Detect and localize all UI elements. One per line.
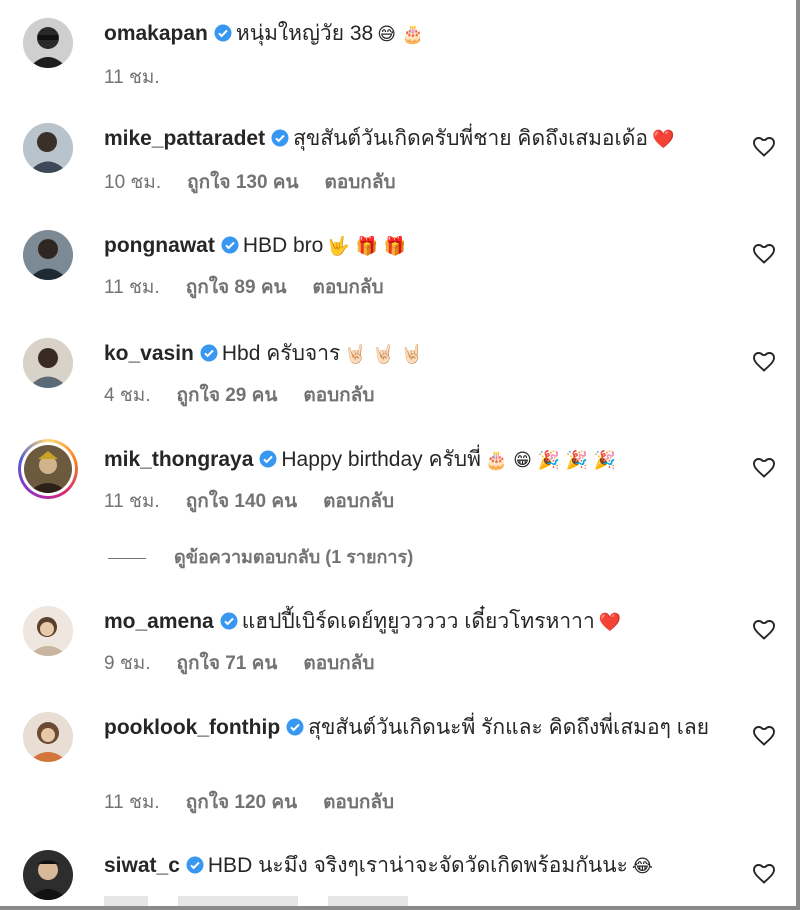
- comment-meta: 11 ชม. ถูกใจ 120 คน ตอบกลับ: [104, 787, 420, 817]
- likes-count[interactable]: ถูกใจ 130 คน: [187, 172, 298, 193]
- comment-meta: 4 ชม. ถูกใจ 29 คน ตอบกลับ: [104, 380, 400, 410]
- verified-badge-icon: [221, 236, 239, 254]
- comment-body: pooklook_fonthip สุขสันต์วันเกิดนะพี่ รัก…: [104, 712, 724, 744]
- verified-badge-icon: [286, 718, 304, 736]
- comment-item: ko_vasin Hbd ครับจาร 🤘🏻 🤘🏻 🤘🏻 4 ชม. ถูกใจ 2…: [0, 338, 790, 408]
- avatar[interactable]: [23, 606, 73, 656]
- username[interactable]: mike_pattaradet: [104, 127, 265, 150]
- comment-time[interactable]: 11 ชม.: [104, 277, 160, 298]
- comment-text: HBD นะมึง จริงๆเราน่าจะจัดวัดเกิดพร้อมกั…: [207, 854, 628, 877]
- reply-button[interactable]: ตอบกลับ: [325, 172, 396, 193]
- comment-meta: 11 ชม. ถูกใจ 140 คน ตอบกลับ: [104, 486, 420, 516]
- avatar-with-story-ring[interactable]: [18, 439, 78, 499]
- comment-emojis: ❤️: [598, 612, 622, 633]
- avatar[interactable]: [23, 230, 73, 280]
- verified-badge-icon: [220, 612, 238, 630]
- comment-meta-partial: [104, 894, 434, 906]
- reply-button[interactable]: ตอบกลับ: [323, 792, 394, 813]
- comment-emojis: 🤟 🎁 🎁: [327, 236, 407, 257]
- comment-time[interactable]: 11 ชม.: [104, 792, 160, 813]
- comment-time[interactable]: 11 ชม.: [104, 491, 160, 512]
- username[interactable]: ko_vasin: [104, 342, 194, 365]
- avatar[interactable]: [23, 18, 73, 68]
- comment-item: mo_amena แฮปปี้เบิร์ดเดย์ทูยูววววว เดี๋ยว…: [0, 606, 790, 676]
- view-replies-button[interactable]: ดูข้อความตอบกลับ (1 รายการ): [108, 542, 413, 571]
- comment-item: mike_pattaradet สุขสันต์วันเกิดครับพี่ชาย…: [0, 123, 790, 193]
- comment-body: mike_pattaradet สุขสันต์วันเกิดครับพี่ชาย…: [104, 123, 730, 156]
- comment-time[interactable]: 9 ชม.: [104, 653, 151, 674]
- story-ring: [18, 439, 78, 499]
- comment-text: HBD bro: [242, 234, 324, 257]
- comment-item: omakapan หนุ่มใหญ่วัย 38 😅 🎂 11 ชม.: [0, 18, 790, 88]
- comment-body: pongnawat HBD bro 🤟 🎁 🎁: [104, 230, 730, 263]
- username[interactable]: mo_amena: [104, 610, 214, 633]
- username[interactable]: pooklook_fonthip: [104, 716, 280, 739]
- verified-badge-icon: [186, 856, 204, 874]
- comment-emojis: ❤️: [651, 129, 675, 150]
- username[interactable]: omakapan: [104, 22, 208, 45]
- like-heart-icon[interactable]: [752, 724, 776, 748]
- comment-text: Hbd ครับจาร: [221, 342, 341, 365]
- username[interactable]: mik_thongraya: [104, 448, 253, 471]
- comment-emojis: 😅 🎂: [377, 24, 425, 45]
- username[interactable]: siwat_c: [104, 854, 180, 877]
- likes-count[interactable]: ถูกใจ 29 คน: [177, 385, 278, 406]
- like-heart-icon[interactable]: [752, 862, 776, 886]
- comment-text: หนุ่มใหญ่วัย 38: [235, 22, 374, 45]
- likes-count[interactable]: ถูกใจ 140 คน: [186, 491, 297, 512]
- reply-button[interactable]: ตอบกลับ: [323, 491, 394, 512]
- comment-body: omakapan หนุ่มใหญ่วัย 38 😅 🎂: [104, 18, 730, 51]
- verified-badge-icon: [259, 450, 277, 468]
- comment-emojis: 🎂 😁 🎉 🎉 🎉: [484, 450, 617, 471]
- likes-count[interactable]: ถูกใจ 71 คน: [177, 653, 278, 674]
- verified-badge-icon: [271, 129, 289, 147]
- comment-text: สุขสันต์วันเกิดนะพี่ รักและ คิดถึงพี่เสม…: [308, 716, 710, 739]
- comment-item: mik_thongraya Happy birthday ครับพี่ 🎂 😁 🎉…: [0, 439, 790, 516]
- like-heart-icon[interactable]: [752, 135, 776, 159]
- comment-item: pongnawat HBD bro 🤟 🎁 🎁 11 ชม. ถูกใจ 89 คน ต…: [0, 230, 790, 300]
- window-edge-bottom: [0, 906, 800, 910]
- comment-item: pooklook_fonthip สุขสันต์วันเกิดนะพี่ รัก…: [0, 712, 790, 816]
- comment-meta: 11 ชม. ถูกใจ 89 คน ตอบกลับ: [104, 272, 410, 302]
- avatar[interactable]: [23, 712, 73, 762]
- window-edge-right: [796, 0, 800, 910]
- comment-meta: 10 ชม. ถูกใจ 130 คน ตอบกลับ: [104, 167, 422, 197]
- comment-time[interactable]: 4 ชม.: [104, 385, 151, 406]
- comment-time[interactable]: 10 ชม.: [104, 172, 161, 193]
- cut-off-meta-fragment: [104, 896, 148, 906]
- verified-badge-icon: [214, 24, 232, 42]
- comment-item: siwat_c HBD นะมึง จริงๆเราน่าจะจัดวัดเกิด…: [0, 850, 790, 906]
- likes-count[interactable]: ถูกใจ 120 คน: [186, 792, 297, 813]
- username[interactable]: pongnawat: [104, 234, 215, 257]
- reply-button[interactable]: ตอบกลับ: [303, 653, 374, 674]
- comment-meta: 11 ชม.: [104, 62, 186, 92]
- likes-count[interactable]: ถูกใจ 89 คน: [186, 277, 287, 298]
- view-replies-line: [108, 557, 146, 559]
- comment-time[interactable]: 11 ชม.: [104, 67, 160, 88]
- verified-badge-icon: [200, 344, 218, 362]
- view-replies-label: ดูข้อความตอบกลับ (1 รายการ): [174, 547, 414, 567]
- comment-body: siwat_c HBD นะมึง จริงๆเราน่าจะจัดวัดเกิด…: [104, 850, 730, 883]
- avatar[interactable]: [23, 850, 73, 900]
- cut-off-meta-fragment: [328, 896, 408, 906]
- reply-button[interactable]: ตอบกลับ: [313, 277, 384, 298]
- comment-text: สุขสันต์วันเกิดครับพี่ชาย คิดถึงเสมอเด้อ: [293, 127, 648, 150]
- comment-body: ko_vasin Hbd ครับจาร 🤘🏻 🤘🏻 🤘🏻: [104, 338, 730, 371]
- like-heart-icon[interactable]: [752, 618, 776, 642]
- comment-body: mo_amena แฮปปี้เบิร์ดเดย์ทูยูววววว เดี๋ยว…: [104, 606, 730, 639]
- like-heart-icon[interactable]: [752, 242, 776, 266]
- like-heart-icon[interactable]: [752, 456, 776, 480]
- comment-text: แฮปปี้เบิร์ดเดย์ทูยูววววว เดี๋ยวโทรหาาา: [241, 610, 595, 633]
- comment-meta: 9 ชม. ถูกใจ 71 คน ตอบกลับ: [104, 648, 400, 678]
- cut-off-meta-fragment: [178, 896, 298, 906]
- comment-emojis: 😂: [631, 856, 653, 877]
- avatar[interactable]: [23, 123, 73, 173]
- avatar[interactable]: [23, 338, 73, 388]
- comment-text: Happy birthday ครับพี่: [281, 448, 481, 471]
- comment-body: mik_thongraya Happy birthday ครับพี่ 🎂 😁 🎉…: [104, 444, 730, 477]
- comment-emojis: 🤘🏻 🤘🏻 🤘🏻: [344, 344, 423, 365]
- like-heart-icon[interactable]: [752, 350, 776, 374]
- reply-button[interactable]: ตอบกลับ: [303, 385, 374, 406]
